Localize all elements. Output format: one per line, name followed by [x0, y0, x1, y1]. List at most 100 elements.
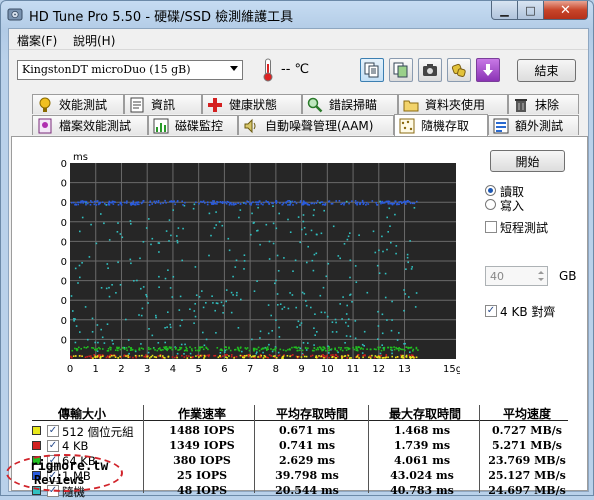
data-point — [345, 335, 348, 337]
data-point — [206, 201, 209, 203]
start-button[interactable]: 開始 — [490, 150, 565, 172]
save-button[interactable] — [476, 58, 500, 82]
data-point — [345, 321, 347, 324]
gb-spinner[interactable] — [535, 267, 547, 285]
data-point — [185, 346, 187, 349]
tab-benchmark[interactable]: 效能測試 — [32, 94, 124, 114]
data-point — [174, 203, 176, 206]
data-point — [71, 356, 73, 359]
data-point — [289, 292, 291, 294]
short-test-checkbox[interactable] — [485, 221, 497, 233]
copy-screen-button[interactable] — [389, 58, 413, 82]
read-radio[interactable] — [485, 185, 496, 196]
tab-erase[interactable]: 抹除 — [508, 94, 579, 114]
data-point — [166, 326, 168, 328]
data-point — [415, 346, 418, 349]
data-point — [398, 349, 400, 352]
row-checkbox[interactable]: ✓ — [47, 425, 59, 437]
copy-text-button[interactable] — [360, 58, 384, 82]
thermometer-icon — [263, 58, 273, 82]
data-point — [167, 311, 169, 313]
tab-health[interactable]: 健康狀態 — [202, 94, 302, 114]
y-tick-label: 50.0 — [60, 159, 67, 170]
data-point — [132, 202, 135, 204]
tab-random-access[interactable]: 隨機存取 — [394, 114, 488, 136]
exit-button[interactable]: 結束 — [517, 59, 576, 82]
data-point — [93, 200, 96, 203]
data-point — [169, 326, 172, 329]
drive-select[interactable]: KingstonDT microDuo (15 gB) — [17, 60, 243, 80]
x-tick-label: 2 — [118, 364, 124, 375]
data-point — [152, 347, 155, 350]
close-button[interactable]: ✕ — [544, 1, 588, 20]
data-point — [325, 349, 327, 352]
row-checkbox[interactable]: ✓ — [47, 440, 59, 452]
data-point — [377, 338, 379, 340]
row-speed: 5.271 MB/s — [492, 439, 562, 452]
data-point — [313, 202, 315, 205]
data-point — [250, 202, 253, 204]
tab-folder-usage[interactable]: 資料夾使用 — [398, 94, 508, 114]
maximize-button[interactable]: □ — [518, 1, 544, 20]
align-checkbox[interactable]: ✓ — [485, 305, 497, 317]
data-point — [408, 347, 410, 349]
tab-aam[interactable]: 自動噪聲管理(AAM) — [238, 115, 394, 135]
screenshot-button[interactable] — [418, 58, 442, 82]
data-point — [332, 225, 335, 228]
tab-error-scan[interactable]: 錯誤掃瞄 — [302, 94, 398, 114]
data-point — [130, 347, 132, 350]
data-point — [174, 348, 177, 350]
data-point — [237, 202, 239, 204]
data-point — [268, 354, 271, 356]
data-point — [85, 347, 88, 349]
data-point — [375, 202, 377, 204]
tab-extra-tests[interactable]: 額外測試 — [488, 115, 579, 135]
menu-bar: 檔案(F) 說明(H) — [9, 29, 588, 50]
data-point — [202, 348, 205, 351]
data-point — [175, 355, 178, 357]
data-point — [128, 346, 130, 348]
tab-error-scan-label: 錯誤掃瞄 — [329, 98, 378, 112]
data-point — [405, 346, 407, 348]
data-point — [347, 318, 350, 320]
data-point — [138, 314, 140, 316]
data-point — [348, 202, 350, 205]
data-point — [331, 202, 334, 205]
write-radio[interactable] — [485, 199, 496, 210]
save-icon — [483, 64, 493, 76]
data-point — [260, 203, 263, 205]
data-point — [272, 205, 274, 207]
data-point — [220, 348, 222, 351]
options-button[interactable] — [447, 58, 471, 82]
data-point — [391, 300, 393, 303]
data-point — [183, 349, 186, 352]
menu-file[interactable]: 檔案(F) — [17, 32, 57, 49]
data-point — [125, 347, 128, 349]
minimize-button[interactable]: ▁ — [491, 1, 518, 20]
data-point — [106, 323, 109, 325]
data-point — [297, 320, 300, 323]
data-point — [394, 200, 396, 203]
data-point — [90, 355, 92, 357]
data-point — [78, 264, 81, 267]
data-point — [408, 200, 411, 203]
data-point — [303, 292, 306, 295]
table-row: ✓ 隨機 48 IOPS 20.544 ms 40.783 ms 24.697 MB/s — [32, 484, 572, 499]
data-point — [163, 346, 165, 349]
data-point — [292, 354, 294, 356]
menu-help[interactable]: 說明(H) — [73, 32, 115, 49]
data-point — [287, 218, 289, 221]
title-bar[interactable]: HD Tune Pro 5.50 - 硬碟/SSD 檢測維護工具 ▁ □ ✕ — [1, 1, 593, 27]
tab-info[interactable]: 資訊 — [124, 94, 202, 114]
data-point — [128, 352, 130, 355]
data-point — [215, 211, 217, 213]
data-point — [337, 255, 340, 257]
tab-file-benchmark[interactable]: 檔案效能測試 — [32, 115, 148, 135]
data-point — [377, 348, 380, 351]
data-point — [409, 240, 411, 242]
data-point — [109, 356, 111, 358]
data-point — [412, 356, 414, 358]
tab-disk-monitor[interactable]: 磁碟監控 — [148, 115, 238, 135]
x-tick-label: 4 — [170, 364, 176, 375]
data-point — [96, 200, 99, 202]
